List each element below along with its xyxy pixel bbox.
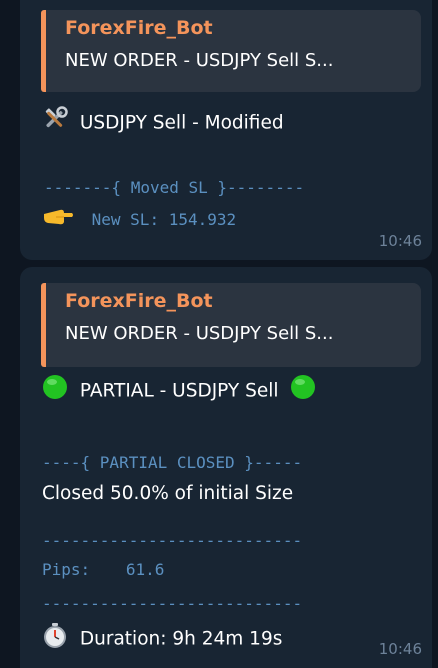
message-title: PARTIAL - USDJPY Sell [42,374,316,409]
reply-sender: ForexFire_Bot [65,17,213,39]
title-text: USDJPY Sell - Modified [79,112,284,134]
message-time: 10:46 [378,232,422,250]
duration-text: Duration: 9h 24m 19s [79,628,283,650]
duration-line: Duration: 9h 24m 19s [42,622,282,657]
title-text: PARTIAL - USDJPY Sell [79,380,279,402]
new-sl-text: New SL: 154.932 [91,210,237,229]
stopwatch-icon [42,622,68,657]
reply-text: NEW ORDER - USDJPY Sell S... [65,50,334,71]
hammer-wrench-icon [42,106,68,141]
message-time: 10:46 [378,640,422,658]
new-sl-line: New SL: 154.932 [42,206,236,235]
message-bubble-partial[interactable]: ForexFire_Bot NEW ORDER - USDJPY Sell S.… [20,267,432,668]
reply-preview[interactable]: ForexFire_Bot NEW ORDER - USDJPY Sell S.… [41,10,421,92]
reply-sender: ForexFire_Bot [65,290,213,312]
green-circle-icon [290,374,316,409]
green-circle-icon [42,374,68,409]
section-header: ----{ PARTIAL CLOSED }----- [42,453,303,472]
pips-value: 61.6 [125,560,165,579]
pointing-hand-icon [42,206,74,235]
closed-text: Closed 50.0% of initial Size [42,483,294,504]
reply-text: NEW ORDER - USDJPY Sell S... [65,323,334,344]
message-title: USDJPY Sell - Modified [42,106,284,141]
divider: --------------------------- [42,594,303,613]
section-header: -------{ Moved SL }-------- [44,178,305,197]
pips-label: Pips: [42,560,91,579]
divider: --------------------------- [42,531,303,550]
pips-line: Pips: 61.6 [42,556,164,584]
reply-preview[interactable]: ForexFire_Bot NEW ORDER - USDJPY Sell S.… [41,283,421,367]
message-bubble-modified[interactable]: ForexFire_Bot NEW ORDER - USDJPY Sell S.… [20,0,432,260]
